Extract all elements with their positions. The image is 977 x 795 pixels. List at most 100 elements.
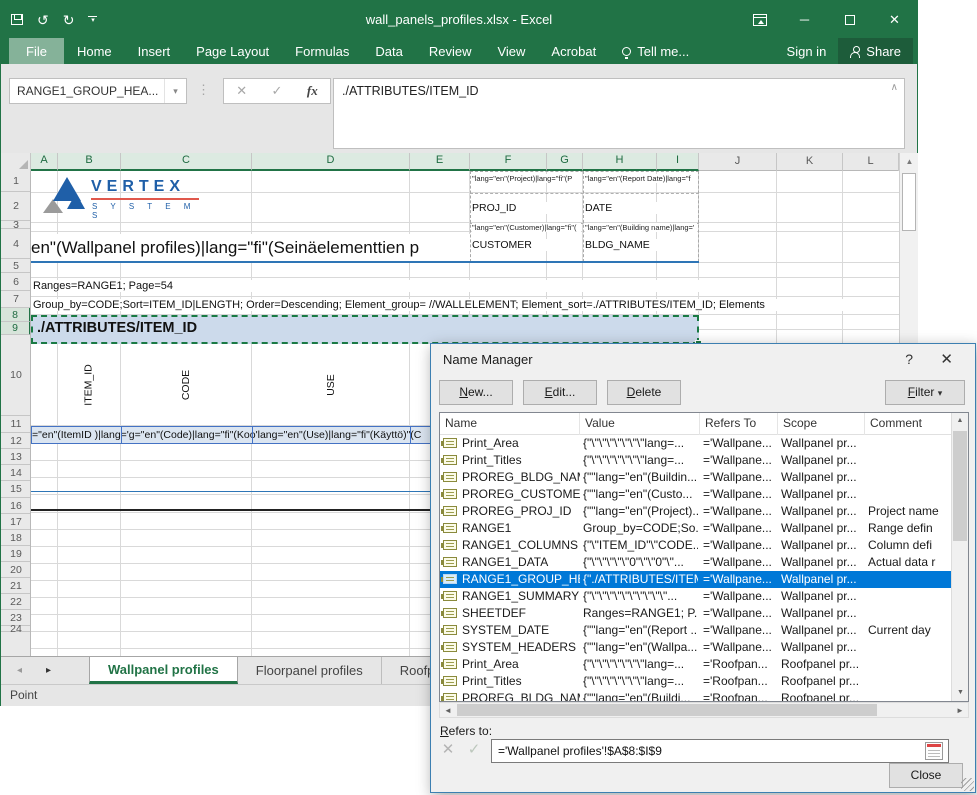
rotated-header-code[interactable]: CODE [177,344,195,426]
ribbon-display-options-button[interactable] [737,1,782,38]
cell-A4-title[interactable]: en"(Wallpanel profiles)|lang="fi"(Seinäe… [31,234,470,262]
list-scroll-up-icon[interactable]: ▲ [952,413,968,429]
name-row[interactable]: Print_Area{"\"\"\"\"\"\"\"lang=...='Roof… [440,656,953,673]
row-header-9[interactable]: 9 [1,322,31,335]
delete-button[interactable]: Delete [607,380,681,405]
row-header-22[interactable]: 22 [1,594,31,610]
cell-H2[interactable]: DATE [585,202,697,214]
sign-in-link[interactable]: Sign in [775,38,839,64]
cell-F4[interactable]: CUSTOMER [472,239,581,251]
name-row[interactable]: RANGE1_DATA{"\"\"\"\"\"0"\"\"0"\"...='Wa… [440,554,953,571]
list-scroll-thumb[interactable] [953,431,967,541]
formula-bar-drag-handle[interactable]: ⋮ [197,82,210,98]
name-box[interactable]: RANGE1_GROUP_HEA... ▾ [9,78,187,104]
list-vertical-scrollbar[interactable]: ▲ ▼ [951,413,968,701]
row-header-11[interactable]: 11 [1,416,31,433]
tab-tell-me[interactable]: Tell me... [609,38,702,64]
cell-F1[interactable]: "lang="en"(Project)|lang="fi"(P [472,174,581,183]
filter-button[interactable]: Filter ▾ [885,380,965,405]
row-header-18[interactable]: 18 [1,530,31,546]
ribbon-tab-home[interactable]: Home [64,38,125,64]
name-row[interactable]: Print_Titles{"\"\"\"\"\"\"\"lang=...='Ro… [440,673,953,690]
ribbon-tab-data[interactable]: Data [362,38,415,64]
name-row[interactable]: PROREG_BLDG_NAME{""lang="en"(Buildin...=… [440,469,953,486]
selected-range-A8-I9[interactable]: ./ATTRIBUTES/ITEM_ID [31,315,699,344]
column-header-F[interactable]: F [470,153,547,171]
cell-H4[interactable]: BLDG_NAME [585,239,697,251]
name-row[interactable]: RANGE1_SUMMARY{"\"\"\"\"\"\"\"\"\"\"...=… [440,588,953,605]
name-row[interactable]: SHEETDEFRanges=RANGE1; P...='Wallpane...… [440,605,953,622]
row-header-6[interactable]: 6 [1,273,31,291]
row-header-7[interactable]: 7 [1,291,31,308]
cell-F3[interactable]: "lang="en"(Customer)|lang="fi"( [472,223,581,232]
scroll-up-icon[interactable]: ▲ [900,153,919,171]
row-header-4[interactable]: 4 [1,229,31,259]
minimize-button[interactable]: ─ [782,1,827,38]
close-button[interactable]: ✕ [872,1,917,38]
column-header-D[interactable]: D [252,153,410,171]
name-row[interactable]: RANGE1_GROUP_HEA...{"./ATTRIBUTES/ITEM..… [440,571,953,588]
row-header-12[interactable]: 12 [1,433,31,449]
maximize-button[interactable] [827,1,872,38]
name-row[interactable]: Print_Area{"\"\"\"\"\"\"\"lang=...='Wall… [440,435,953,452]
ribbon-tab-acrobat[interactable]: Acrobat [538,38,609,64]
row-header-2[interactable]: 2 [1,192,31,221]
column-header-I[interactable]: I [657,153,699,171]
ribbon-tab-formulas[interactable]: Formulas [282,38,362,64]
refers-cancel-icon[interactable]: ✕ [436,739,460,761]
edit-button[interactable]: Edit... [523,380,597,405]
col-header-value[interactable]: Value [580,413,700,435]
name-box-dropdown-icon[interactable]: ▾ [164,79,186,103]
tab-scroll-right-icon[interactable]: ▸ [46,665,51,676]
row-header-3[interactable]: 3 [1,221,31,229]
col-header-refers-to[interactable]: Refers To [700,413,778,435]
vertical-scroll-thumb[interactable] [902,173,916,231]
col-header-scope[interactable]: Scope [778,413,865,435]
collapse-formula-bar-icon[interactable]: ∧ [891,82,898,93]
name-row[interactable]: Print_Titles{"\"\"\"\"\"\"\"lang=...='Wa… [440,452,953,469]
row-header-15[interactable]: 15 [1,481,31,498]
row-header-24[interactable]: 24 [1,626,31,632]
row-header-1[interactable]: 1 [1,171,31,192]
ribbon-tab-insert[interactable]: Insert [125,38,184,64]
col-header-comment[interactable]: Comment [865,413,953,435]
column-header-L[interactable]: L [843,153,899,171]
resize-grip[interactable] [961,778,974,791]
column-header-H[interactable]: H [583,153,657,171]
formula-bar[interactable]: ./ATTRIBUTES/ITEM_ID ∧ [333,78,905,149]
row-header-21[interactable]: 21 [1,578,31,594]
column-header-K[interactable]: K [777,153,843,171]
row-header-19[interactable]: 19 [1,546,31,562]
column-header-B[interactable]: B [58,153,121,171]
column-header-G[interactable]: G [547,153,583,171]
row-header-13[interactable]: 13 [1,449,31,465]
name-row[interactable]: RANGE1_COLUMNS{"\"ITEM_ID"\"CODE...='Wal… [440,537,953,554]
row-header-14[interactable]: 14 [1,465,31,481]
share-button[interactable]: Share [838,38,913,64]
sheet-tab-wallpanel-profiles[interactable]: Wallpanel profiles [89,657,238,684]
name-row[interactable]: PROREG_BLDG_NAME{""lang="en"(Buildi...='… [440,690,953,702]
row-header-16[interactable]: 16 [1,498,31,514]
cell-F2[interactable]: PROJ_ID [472,202,581,214]
cell-A7[interactable]: Group_by=CODE;Sort=ITEM_ID|LENGTH; Order… [33,299,899,311]
name-row[interactable]: SYSTEM_DATE{""lang="en"(Report ...='Wall… [440,622,953,639]
row-header-20[interactable]: 20 [1,562,31,578]
ribbon-tab-page-layout[interactable]: Page Layout [183,38,282,64]
row-header-5[interactable]: 5 [1,259,31,273]
collapse-range-icon[interactable] [925,742,943,760]
refers-to-input[interactable] [491,739,949,763]
name-row[interactable]: PROREG_PROJ_ID{""lang="en"(Project)...='… [440,503,953,520]
rotated-header-item-id[interactable]: ITEM_ID [80,344,98,426]
name-row[interactable]: PROREG_CUSTOMER{""lang="en"(Custo...='Wa… [440,486,953,503]
col-header-name[interactable]: Name [440,413,580,435]
refers-confirm-icon[interactable]: ✓ [462,739,486,761]
column-header-J[interactable]: J [699,153,777,171]
cell-A6[interactable]: Ranges=RANGE1; Page=54 [33,280,733,292]
column-header-C[interactable]: C [121,153,252,171]
column-header-E[interactable]: E [410,153,470,171]
row-header-8[interactable]: 8 [1,308,31,322]
list-scroll-right-icon[interactable]: ► [952,703,968,718]
list-scroll-down-icon[interactable]: ▼ [952,685,969,701]
dialog-close-button[interactable]: Close [889,763,963,788]
rotated-header-use[interactable]: USE [322,344,340,426]
